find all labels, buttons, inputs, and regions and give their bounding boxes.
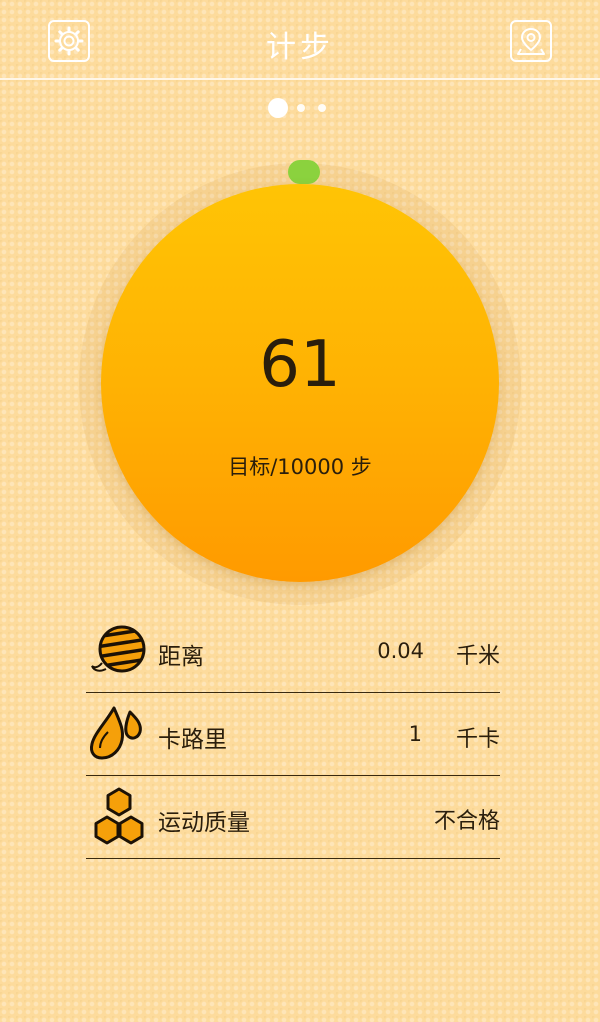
location-button[interactable] xyxy=(510,20,552,62)
yarn-ball-icon xyxy=(91,625,146,673)
honeycomb-icon xyxy=(94,787,144,845)
app-header: 计步 xyxy=(0,0,600,80)
page-dot[interactable] xyxy=(318,104,326,112)
stat-row-quality: 运动质量 不合格 xyxy=(86,777,500,859)
drops-icon xyxy=(90,706,142,760)
step-goal: 目标/10000 步 xyxy=(228,455,372,479)
page-dot-active[interactable] xyxy=(268,98,288,118)
progress-knob xyxy=(288,160,320,184)
stat-row-calories: 卡路里 1 千卡 xyxy=(86,694,500,776)
stat-value: 1 xyxy=(408,722,422,746)
stat-label: 运动质量 xyxy=(158,810,250,836)
stat-unit: 千米 xyxy=(455,644,500,669)
stat-label: 卡路里 xyxy=(158,727,227,753)
location-icon xyxy=(517,28,545,55)
stat-unit: 千卡 xyxy=(455,727,500,752)
stat-label: 距离 xyxy=(158,644,204,670)
page-dot[interactable] xyxy=(297,104,305,112)
step-count: 61 xyxy=(259,328,341,402)
page-indicator xyxy=(0,98,600,118)
stat-value: 不合格 xyxy=(433,809,500,834)
stat-value: 0.04 xyxy=(377,639,424,663)
stat-row-distance: 距离 0.04 千米 xyxy=(86,611,500,693)
